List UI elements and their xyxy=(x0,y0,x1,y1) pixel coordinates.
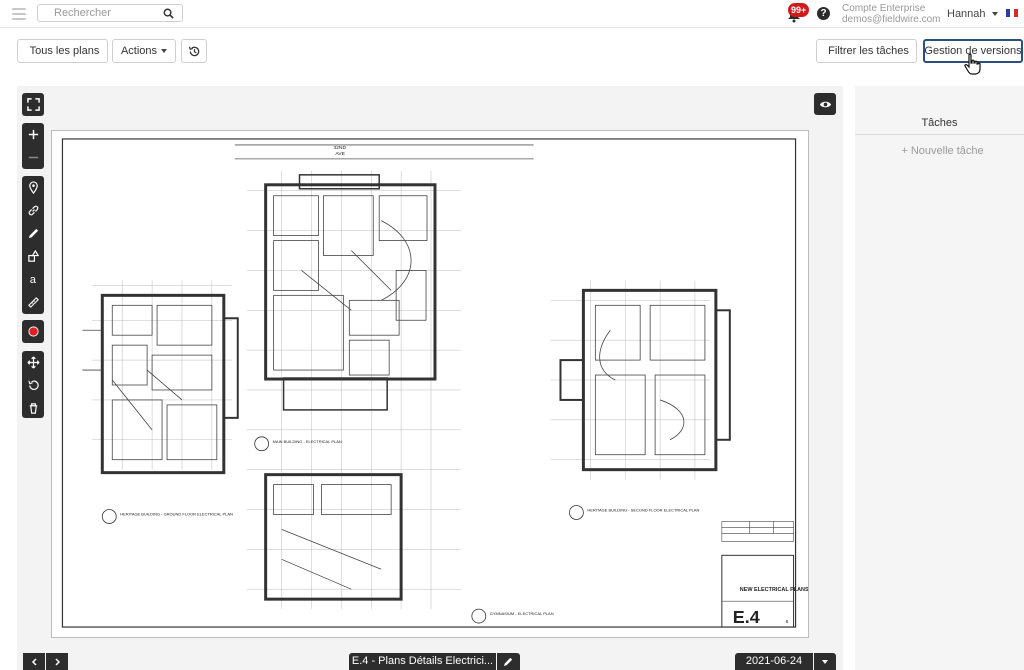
delete-tool[interactable] xyxy=(22,397,44,420)
move-icon xyxy=(27,356,39,369)
chevron-right-icon xyxy=(54,657,60,666)
sheet-number: E.4 xyxy=(733,607,760,627)
account-info: Compte Enterprise demos@fieldwire.com xyxy=(842,3,942,25)
french-flag-icon[interactable] xyxy=(1006,9,1018,17)
trash-icon xyxy=(29,403,37,414)
text-icon: a xyxy=(29,274,36,286)
expand-icon xyxy=(26,98,40,111)
link-icon xyxy=(28,205,38,216)
drawing-caption-1: HERITAGE BUILDING - GROUND FLOOR ELECTRI… xyxy=(120,511,233,516)
minus-icon xyxy=(28,156,38,159)
shapes-tool[interactable] xyxy=(22,245,44,268)
hand-cursor-icon xyxy=(964,53,981,75)
help-icon[interactable]: ? xyxy=(817,7,830,20)
all-plans-label: Tous les plans xyxy=(29,45,100,57)
next-plan-button[interactable] xyxy=(46,653,68,670)
drawing-caption-4: GYMNASIUM - ELECTRICAL PLAN xyxy=(490,611,554,616)
undo-icon xyxy=(27,380,39,391)
svg-text:a: a xyxy=(29,274,36,286)
drawing-caption-2: MAIN BUILDING - ELECTRICAL PLAN xyxy=(273,439,342,444)
new-task-link[interactable]: + Nouvelle tâche xyxy=(855,145,1024,157)
tasks-panel: Tâches + Nouvelle tâche xyxy=(855,86,1024,670)
zoom-out-button[interactable] xyxy=(22,146,44,169)
fullscreen-button[interactable] xyxy=(22,93,44,116)
version-date[interactable]: 2021-06-24 xyxy=(735,653,813,670)
ruler-icon xyxy=(27,297,39,308)
all-plans-button[interactable]: Tous les plans xyxy=(17,39,108,63)
account-type: Compte Enterprise xyxy=(842,3,926,14)
search-icon[interactable] xyxy=(163,8,174,19)
pin-tool[interactable] xyxy=(22,176,44,199)
measure-tool[interactable] xyxy=(22,291,44,314)
actions-label: Actions xyxy=(120,45,158,57)
chevron-down-icon xyxy=(161,49,168,53)
hamburger-menu-icon[interactable] xyxy=(12,8,26,20)
title-block-name: NEW ELECTRICAL PLANS xyxy=(740,587,809,593)
plan-name-label[interactable]: E.4 - Plans Détails Electrici... xyxy=(349,653,496,670)
edit-tool-group xyxy=(22,351,44,418)
history-icon xyxy=(188,46,199,56)
record-button[interactable] xyxy=(22,320,44,343)
record-icon xyxy=(27,326,39,337)
map-pin-icon xyxy=(28,181,38,194)
chevron-down-icon xyxy=(991,12,998,17)
visibility-toggle-button[interactable] xyxy=(814,93,836,115)
drawing-caption-3: HERITAGE BUILDING - SECOND FLOOR ELECTRI… xyxy=(587,507,699,512)
shapes-icon xyxy=(27,250,39,262)
zoom-in-button[interactable] xyxy=(22,123,44,146)
divider xyxy=(855,134,1024,135)
sheet-index: 6 xyxy=(786,619,789,625)
filter-tasks-button[interactable]: Filtrer les tâches xyxy=(816,39,917,63)
eye-icon xyxy=(819,101,831,107)
notification-badge: 99+ xyxy=(788,3,810,17)
undo-tool[interactable] xyxy=(22,374,44,397)
history-button[interactable] xyxy=(181,39,207,63)
tasks-panel-title: Tâches xyxy=(921,117,958,129)
user-name: Hannah xyxy=(947,8,986,20)
pen-tool[interactable] xyxy=(22,222,44,245)
user-menu[interactable]: Hannah xyxy=(947,8,998,20)
record-tool-group xyxy=(22,320,44,343)
zoom-tool-group xyxy=(22,123,44,169)
link-tool[interactable] xyxy=(22,199,44,222)
actions-dropdown[interactable]: Actions xyxy=(112,39,176,63)
plus-icon xyxy=(28,129,38,140)
chevron-down-icon xyxy=(822,659,828,664)
plan-drawing[interactable]: 32ND AVE HERITAGE BUILDING - GROUND FLOO… xyxy=(51,130,809,638)
chevron-left-icon xyxy=(31,657,37,666)
street-label-2: AVE xyxy=(335,151,345,157)
text-tool[interactable]: a xyxy=(22,268,44,291)
pencil-icon xyxy=(503,657,513,667)
search-input[interactable] xyxy=(42,6,160,20)
move-tool[interactable] xyxy=(22,351,44,374)
fullscreen-tool-group xyxy=(22,93,44,116)
edit-plan-button[interactable] xyxy=(497,653,520,670)
filter-tasks-label: Filtrer les tâches xyxy=(828,45,909,57)
top-bar: 99+ ? Compte Enterprise demos@fieldwire.… xyxy=(0,0,1024,28)
previous-plan-button[interactable] xyxy=(23,653,45,670)
pen-icon xyxy=(28,228,38,239)
version-dropdown-button[interactable] xyxy=(814,653,836,670)
markup-tool-group: a xyxy=(22,176,44,314)
account-email: demos@fieldwire.com xyxy=(842,14,941,25)
search-box[interactable] xyxy=(37,4,183,22)
